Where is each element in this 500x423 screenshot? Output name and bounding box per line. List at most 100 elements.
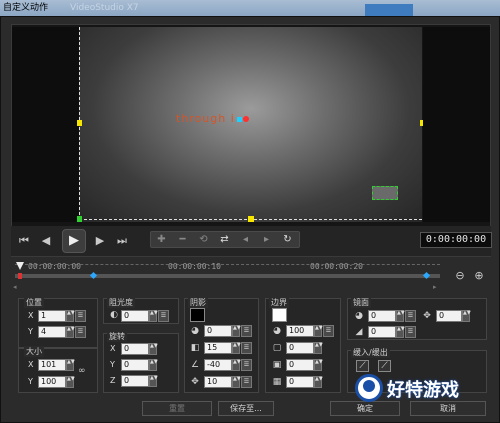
ease-in-icon[interactable]: ⟋ [356,360,369,372]
opacity-spinner[interactable]: ▲▼ [149,310,158,322]
mirror-fade-input[interactable]: 0 [368,326,396,338]
border-width-input[interactable]: 0 [286,342,314,354]
play-button[interactable]: ▶ [62,229,86,253]
border-opacity-spinner[interactable]: ▲▼ [314,325,323,337]
opacity-title: 阻光度 [107,297,135,308]
rotation-z-label: Z [110,376,116,385]
shadow-distance-menu[interactable]: ☰ [241,376,252,388]
shadow-opacity-spinner[interactable]: ▲▼ [232,325,241,337]
shadow-distance-icon: ✥ [191,377,199,387]
border-opacity-input[interactable]: 100 [286,325,314,337]
end-button[interactable]: ⏭ [114,233,130,249]
position-x-menu[interactable]: ☰ [75,310,86,322]
shadow-opacity-icon: ◕ [191,326,199,336]
size-title: 大小 [24,346,44,357]
shadow-blur-input[interactable]: 15 [204,342,232,354]
shadow-opacity-menu[interactable]: ☰ [241,325,252,337]
mirror-offset-spinner[interactable]: ▲▼ [462,310,471,322]
mirror-fade-spinner[interactable]: ▲▼ [396,326,405,338]
site-watermark: 好特游戏 [355,372,495,408]
shadow-title: 阴影 [188,297,208,308]
border-opacity-menu[interactable]: ☰ [323,325,334,337]
mirror-opacity-icon: ◕ [355,311,363,321]
border-width-spinner[interactable]: ▲▼ [314,342,323,354]
keyframe-start[interactable] [18,273,22,279]
shadow-distance-input[interactable]: 10 [204,376,232,388]
rotation-title: 旋转 [107,331,127,342]
reset-button[interactable]: 重置 [142,401,212,416]
border-soft-spinner[interactable]: ▲▼ [314,376,323,388]
position-y-input[interactable]: 4 [38,326,66,338]
background-app-block [365,4,413,16]
move-right-icon[interactable]: ▸ [256,232,277,247]
watermark-text: 好特游戏 [387,380,459,401]
home-button[interactable]: ⏮ [16,233,32,249]
size-y-spinner[interactable]: ▲▼ [66,376,75,388]
scroll-right-icon[interactable]: ▸ [433,283,437,291]
mirror-opacity-input[interactable]: 0 [368,310,396,322]
border-blur-spinner[interactable]: ▲▼ [314,359,323,371]
size-y-input[interactable]: 100 [38,376,66,388]
shadow-angle-menu[interactable]: ☰ [241,359,252,371]
mirror-opacity-spinner[interactable]: ▲▼ [396,310,405,322]
link-aspect-icon[interactable]: ∞ [78,366,86,376]
mini-object-thumbnail[interactable] [372,186,398,200]
border-soft-input[interactable]: 0 [286,376,314,388]
shadow-angle-spinner[interactable]: ▲▼ [232,359,241,371]
size-y-label: Y [28,377,33,386]
border-width-icon: ▢ [272,343,282,353]
overlay-text[interactable]: through i [176,112,249,125]
background-app-title: VideoStudio X7 [70,3,139,13]
resize-handle-corner[interactable] [77,216,82,222]
scroll-left-icon[interactable]: ◂ [13,283,17,291]
swap-keyframe-icon[interactable]: ⇄ [214,232,235,247]
goto-keyframe-icon[interactable]: ↻ [277,232,298,247]
timeline-track[interactable] [15,274,440,278]
zoom-out-icon[interactable]: ⊖ [454,270,466,282]
shadow-blur-menu[interactable]: ☰ [241,342,252,354]
save-to-button[interactable]: 保存至... [218,401,274,416]
position-y-spinner[interactable]: ▲▼ [66,326,75,338]
ease-out-icon[interactable]: ⟋ [378,360,391,372]
rotation-z-input[interactable]: 0 [121,375,149,387]
border-color-swatch[interactable] [272,308,287,322]
position-x-input[interactable]: 1 [38,310,66,322]
size-x-input[interactable]: 101 [38,359,66,371]
shadow-opacity-input[interactable]: 0 [204,325,232,337]
mirror-opacity-menu[interactable]: ☰ [405,310,416,322]
mirror-offset-input[interactable]: 0 [436,310,462,322]
mirror-fade-icon: ◢ [355,327,363,337]
shadow-blur-spinner[interactable]: ▲▼ [232,342,241,354]
timecode-display[interactable]: 0:00:00:00 [420,232,492,248]
reverse-keyframe-icon[interactable]: ⟲ [193,232,214,247]
rotation-y-label: Y [110,360,115,369]
zoom-in-icon[interactable]: ⊕ [473,270,485,282]
add-keyframe-icon[interactable]: ✚ [151,232,172,247]
shadow-distance-spinner[interactable]: ▲▼ [232,376,241,388]
opacity-menu[interactable]: ☰ [158,310,169,322]
size-x-spinner[interactable]: ▲▼ [66,359,75,371]
rotation-x-spinner[interactable]: ▲▼ [149,343,158,355]
preview-letterbox-left [12,27,79,222]
prev-frame-button[interactable]: ◀ [38,233,54,249]
opacity-icon: ◐ [110,310,118,320]
shadow-angle-input[interactable]: -40 [204,359,232,371]
resize-handle-right[interactable] [420,120,423,126]
preview-canvas[interactable] [79,27,422,222]
resize-handle-bottom[interactable] [248,216,254,222]
mirror-fade-menu[interactable]: ☰ [405,326,416,338]
border-blur-input[interactable]: 0 [286,359,314,371]
rotation-y-input[interactable]: 0 [121,359,149,371]
position-x-spinner[interactable]: ▲▼ [66,310,75,322]
next-frame-button[interactable]: ▶ [92,233,108,249]
shadow-color-swatch[interactable] [190,308,205,322]
window-titlebar: 自定义动作 VideoStudio X7 [0,0,500,16]
position-y-menu[interactable]: ☰ [75,326,86,338]
opacity-input[interactable]: 0 [121,310,149,322]
rotation-y-spinner[interactable]: ▲▼ [149,359,158,371]
rotation-z-spinner[interactable]: ▲▼ [149,375,158,387]
resize-handle-left[interactable] [77,120,82,126]
rotation-x-input[interactable]: 0 [121,343,149,355]
remove-keyframe-icon[interactable]: ━ [172,232,193,247]
move-left-icon[interactable]: ◂ [235,232,256,247]
